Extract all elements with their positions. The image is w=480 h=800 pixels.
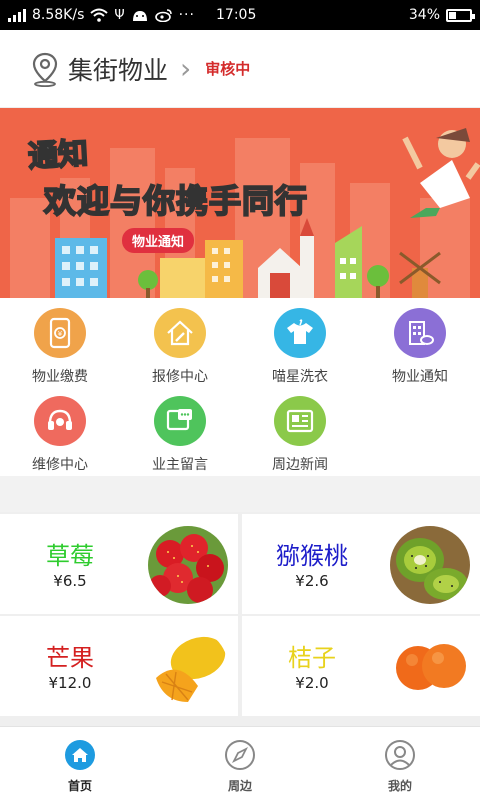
strawberry-image	[148, 526, 228, 604]
chevron-right-icon: ›	[180, 52, 192, 85]
menu-item-owner-message[interactable]: 业主留言	[120, 386, 240, 474]
product-price: ¥12.0	[48, 674, 92, 692]
banner-headline: 欢迎与你携手同行	[43, 181, 309, 221]
menu-item-property-payment[interactable]: ¥ 物业缴费	[0, 298, 120, 386]
home-icon	[65, 740, 95, 770]
bottom-tab-bar: 首页 周边 我的	[0, 726, 480, 800]
status-bar: 8.58K/s Ψ ··· 17:05 34%	[0, 0, 480, 30]
product-card-mango[interactable]: 芒果 ¥12.0	[0, 616, 238, 716]
product-card-kiwi[interactable]: 猕猴桃 ¥2.6	[242, 514, 480, 614]
product-price: ¥2.6	[295, 572, 329, 590]
product-price: ¥6.5	[53, 572, 87, 590]
menu-item-nearby-news[interactable]: 周边新闻	[240, 386, 360, 474]
tab-label: 周边	[227, 779, 252, 793]
menu-item-maintenance-center[interactable]: 维修中心	[0, 386, 120, 474]
weibo-icon	[154, 9, 172, 22]
menu-item-repair-center[interactable]: 报修中心	[120, 298, 240, 386]
tab-home[interactable]: 首页	[0, 727, 160, 800]
product-name: 芒果	[46, 644, 94, 672]
orange-image	[390, 628, 470, 706]
section-divider	[0, 476, 480, 512]
product-name: 桔子	[288, 644, 336, 672]
user-icon	[385, 740, 415, 770]
menu-label: 喵星洗衣	[272, 369, 328, 385]
banner-notice-pill: 物业通知	[122, 228, 195, 253]
newspaper-icon	[274, 396, 326, 446]
battery-icon	[446, 8, 475, 22]
android-icon	[132, 11, 147, 21]
mango-image	[148, 628, 228, 706]
menu-label: 业主留言	[152, 457, 208, 473]
menu-item-property-notice[interactable]: 物业通知	[360, 298, 480, 386]
compass-icon	[225, 740, 255, 770]
product-grid: 草莓 ¥6.5 猕猴桃 ¥2.6 芒果 ¥12.0 桔子 ¥2.0	[0, 512, 480, 726]
product-price: ¥2.0	[295, 674, 329, 692]
menu-label: 物业通知	[392, 369, 448, 385]
service-menu: ¥ 物业缴费 报修中心 喵星洗衣 物业通知 维修中心 业主留言 周边新闻	[0, 298, 480, 476]
more-icon: ···	[178, 7, 195, 23]
tab-label: 我的	[387, 779, 412, 793]
banner-notice-title: 通知	[26, 135, 90, 175]
tab-label: 首页	[67, 779, 92, 793]
menu-label: 维修中心	[32, 457, 88, 473]
laundry-shirt-icon	[274, 308, 326, 358]
building-notice-icon	[394, 308, 446, 358]
svg-text:¥: ¥	[58, 330, 63, 338]
tab-nearby[interactable]: 周边	[160, 727, 320, 800]
notice-banner[interactable]: 通知 欢迎与你携手同行 物业通知	[0, 108, 480, 298]
house-repair-icon	[154, 308, 206, 358]
menu-label: 报修中心	[152, 369, 208, 385]
tab-mine[interactable]: 我的	[320, 727, 480, 800]
community-name: 集街物业	[68, 55, 169, 85]
phone-payment-icon: ¥	[34, 308, 86, 358]
product-card-strawberry[interactable]: 草莓 ¥6.5	[0, 514, 238, 614]
menu-label: 周边新闻	[272, 457, 328, 473]
location-pin-icon	[32, 52, 58, 87]
review-status-label: 审核中	[205, 60, 251, 78]
usb-icon: Ψ	[114, 7, 125, 23]
network-speed: 8.58K/s	[32, 7, 85, 23]
battery-percent: 34%	[408, 7, 440, 23]
product-card-orange[interactable]: 桔子 ¥2.0	[242, 616, 480, 716]
headset-service-icon	[34, 396, 86, 446]
message-icon	[154, 396, 206, 446]
menu-label: 物业缴费	[32, 369, 88, 385]
signal-icon	[8, 8, 26, 22]
product-name: 猕猴桃	[276, 542, 348, 570]
clock: 17:05	[216, 7, 257, 23]
community-header[interactable]: 集街物业 › 审核中	[0, 30, 480, 108]
menu-item-laundry[interactable]: 喵星洗衣	[240, 298, 360, 386]
product-name: 草莓	[46, 542, 94, 570]
kiwi-image	[390, 526, 470, 604]
wifi-icon	[90, 8, 109, 22]
